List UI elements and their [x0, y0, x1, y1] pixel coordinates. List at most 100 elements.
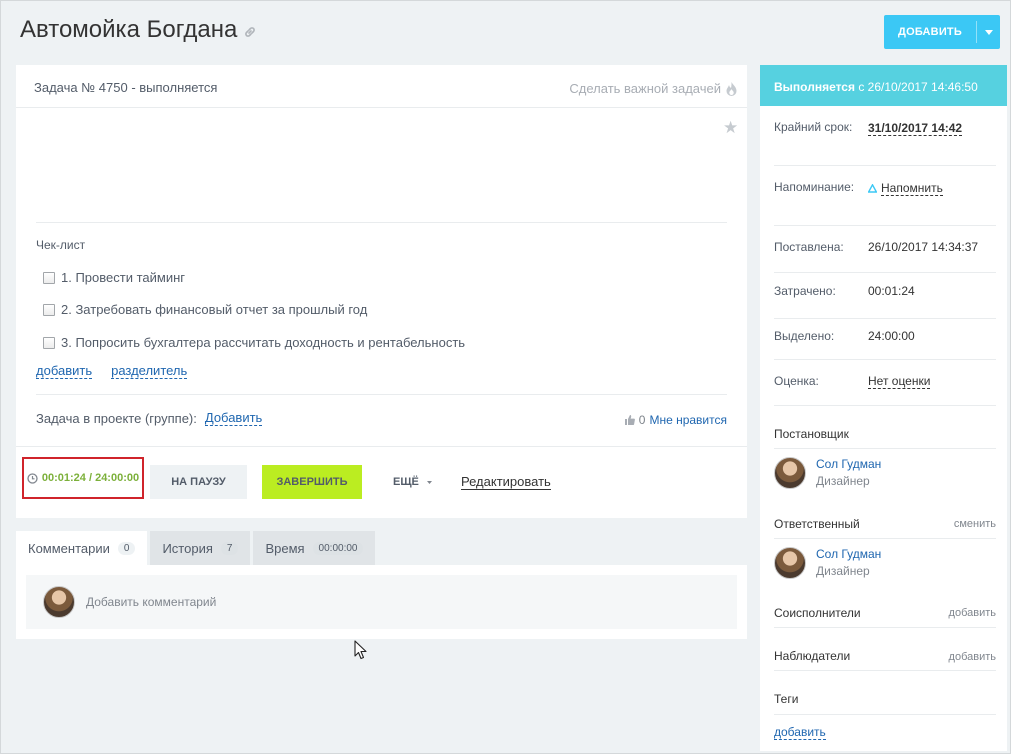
timer[interactable]: 00:01:24 / 24:00:00	[22, 457, 144, 499]
tab-count: 0	[117, 541, 136, 555]
responsible-card[interactable]: Сол Гудман Дизайнер	[774, 547, 881, 579]
divider	[774, 538, 996, 539]
reminder-label: Напоминание:	[774, 180, 855, 194]
status-header: Выполняется с 26/10/2017 14:46:50	[760, 65, 1007, 106]
checklist-title: Чек-лист	[36, 238, 86, 252]
chevron-down-icon	[426, 480, 432, 484]
tab-label: История	[162, 540, 213, 556]
checklist-item[interactable]: 3. Попросить бухгалтера рассчитать доход…	[43, 335, 465, 350]
responsible-title: Ответственный	[774, 517, 860, 531]
mouse-cursor-icon	[354, 640, 367, 660]
checklist-item-label: 3. Попросить бухгалтера рассчитать доход…	[61, 335, 466, 350]
divider	[36, 222, 727, 223]
tags-title: Теги	[774, 692, 799, 706]
add-comment-placeholder: Добавить комментарий	[86, 595, 217, 609]
reminder-link[interactable]: Напомнить	[868, 181, 943, 196]
project-row: Задача в проекте (группе): Добавить	[36, 411, 263, 426]
checklist-checkbox[interactable]	[43, 303, 55, 316]
created-label: Поставлена:	[774, 240, 844, 254]
responsible-role: Дизайнер	[816, 564, 870, 578]
checklist-item[interactable]: 1. Провести тайминг	[43, 270, 185, 285]
checklist-item-label: 1. Провести тайминг	[61, 270, 185, 285]
tab-comments[interactable]: Комментарии 0	[16, 531, 148, 565]
make-important-label: Сделать важной задачей	[569, 81, 721, 96]
task-header: Задача № 4750 - выполняется	[34, 80, 218, 95]
creator-title: Постановщик	[774, 427, 849, 441]
project-add-link[interactable]: Добавить	[204, 411, 263, 426]
rating-row: Оценка: Нет оценки	[774, 374, 996, 406]
pause-button[interactable]: НА ПАУЗУ	[150, 465, 247, 499]
timer-value: 00:01:24 / 24:00:00	[41, 472, 140, 484]
more-button[interactable]: ЕЩЁ	[393, 476, 432, 488]
created-row: Поставлена: 26/10/2017 14:34:37	[774, 240, 996, 273]
tab-history[interactable]: История 7	[150, 531, 251, 565]
rating-value[interactable]: Нет оценки	[868, 374, 931, 389]
coexecutors-title: Соисполнители	[774, 606, 861, 620]
checklist-add-link[interactable]: добавить	[36, 364, 93, 379]
divider	[774, 448, 996, 449]
allocated-value: 24:00:00	[868, 329, 915, 343]
edit-link[interactable]: Редактировать	[461, 475, 551, 490]
spent-label: Затрачено:	[774, 284, 836, 298]
status-label: Выполняется	[774, 80, 855, 94]
created-value: 26/10/2017 14:34:37	[868, 240, 979, 254]
add-comment-input[interactable]: Добавить комментарий	[26, 575, 737, 629]
checklist-item[interactable]: 2. Затребовать финансовый отчет за прошл…	[43, 302, 367, 317]
tab-label: Комментарии	[28, 540, 110, 556]
project-label: Задача в проекте (группе):	[36, 411, 197, 426]
task-sidebar: Выполняется с 26/10/2017 14:46:50 Крайни…	[760, 65, 1007, 751]
task-card-header: Задача № 4750 - выполняется Сделать важн…	[16, 65, 747, 108]
flame-icon	[726, 81, 737, 96]
tags-add-link[interactable]: добавить	[774, 725, 826, 740]
allocated-row: Выделено: 24:00:00	[774, 329, 996, 360]
tab-count: 7	[220, 541, 239, 555]
add-button-label: ДОБАВИТЬ	[898, 26, 962, 38]
avatar	[774, 547, 806, 579]
finish-button[interactable]: ЗАВЕРШИТЬ	[262, 465, 362, 499]
spent-value: 00:01:24	[868, 284, 915, 298]
divider	[774, 714, 996, 715]
creator-card[interactable]: Сол Гудман Дизайнер	[774, 457, 881, 489]
like-button[interactable]: 0 Мне нравится	[624, 413, 727, 427]
reminder-value: Напомнить	[881, 181, 943, 196]
avatar	[43, 586, 75, 618]
spent-row: Затрачено: 00:01:24	[774, 284, 996, 319]
observers-add-link[interactable]: добавить	[949, 651, 996, 663]
tab-label: Время	[265, 540, 305, 556]
divider	[774, 627, 996, 628]
divider	[36, 394, 727, 395]
deadline-row: Крайний срок: 31/10/2017 14:42	[774, 120, 996, 166]
more-button-label: ЕЩЁ	[393, 476, 419, 488]
task-card: Задача № 4750 - выполняется Сделать важн…	[16, 65, 747, 518]
make-important-link[interactable]: Сделать важной задачей	[569, 81, 737, 96]
likes-label: Мне нравится	[649, 413, 727, 427]
checklist-item-label: 2. Затребовать финансовый отчет за прошл…	[61, 302, 368, 317]
reminder-icon	[868, 184, 877, 193]
creator-role: Дизайнер	[816, 474, 870, 488]
link-icon[interactable]	[243, 25, 257, 39]
deadline-value[interactable]: 31/10/2017 14:42	[868, 121, 963, 136]
add-button[interactable]: ДОБАВИТЬ	[884, 15, 1000, 49]
responsible-change-link[interactable]: сменить	[954, 518, 996, 530]
thumbs-up-icon	[624, 415, 635, 425]
creator-name[interactable]: Сол Гудман	[816, 457, 881, 471]
chevron-down-icon[interactable]	[977, 29, 1000, 35]
observers-title: Наблюдатели	[774, 649, 851, 663]
reminder-row: Напоминание: Напомнить	[774, 180, 996, 226]
checklist-links: добавить разделитель	[36, 364, 188, 379]
tab-time[interactable]: Время 00:00:00	[253, 531, 376, 565]
divider	[774, 670, 996, 671]
rating-label: Оценка:	[774, 374, 819, 388]
divider	[16, 446, 747, 447]
coexecutors-add-link[interactable]: добавить	[949, 607, 996, 619]
tab-count: 00:00:00	[312, 541, 364, 555]
status-date: с 26/10/2017 14:46:50	[854, 80, 978, 94]
deadline-label: Крайний срок:	[774, 120, 853, 134]
tabs: Комментарии 0 История 7 Время 00:00:00	[16, 531, 376, 565]
checklist-separator-link[interactable]: разделитель	[111, 364, 188, 379]
star-icon[interactable]: ★	[723, 118, 738, 138]
likes-count: 0	[638, 413, 646, 427]
checklist-checkbox[interactable]	[43, 336, 55, 349]
responsible-name[interactable]: Сол Гудман	[816, 547, 881, 561]
checklist-checkbox[interactable]	[43, 271, 55, 284]
